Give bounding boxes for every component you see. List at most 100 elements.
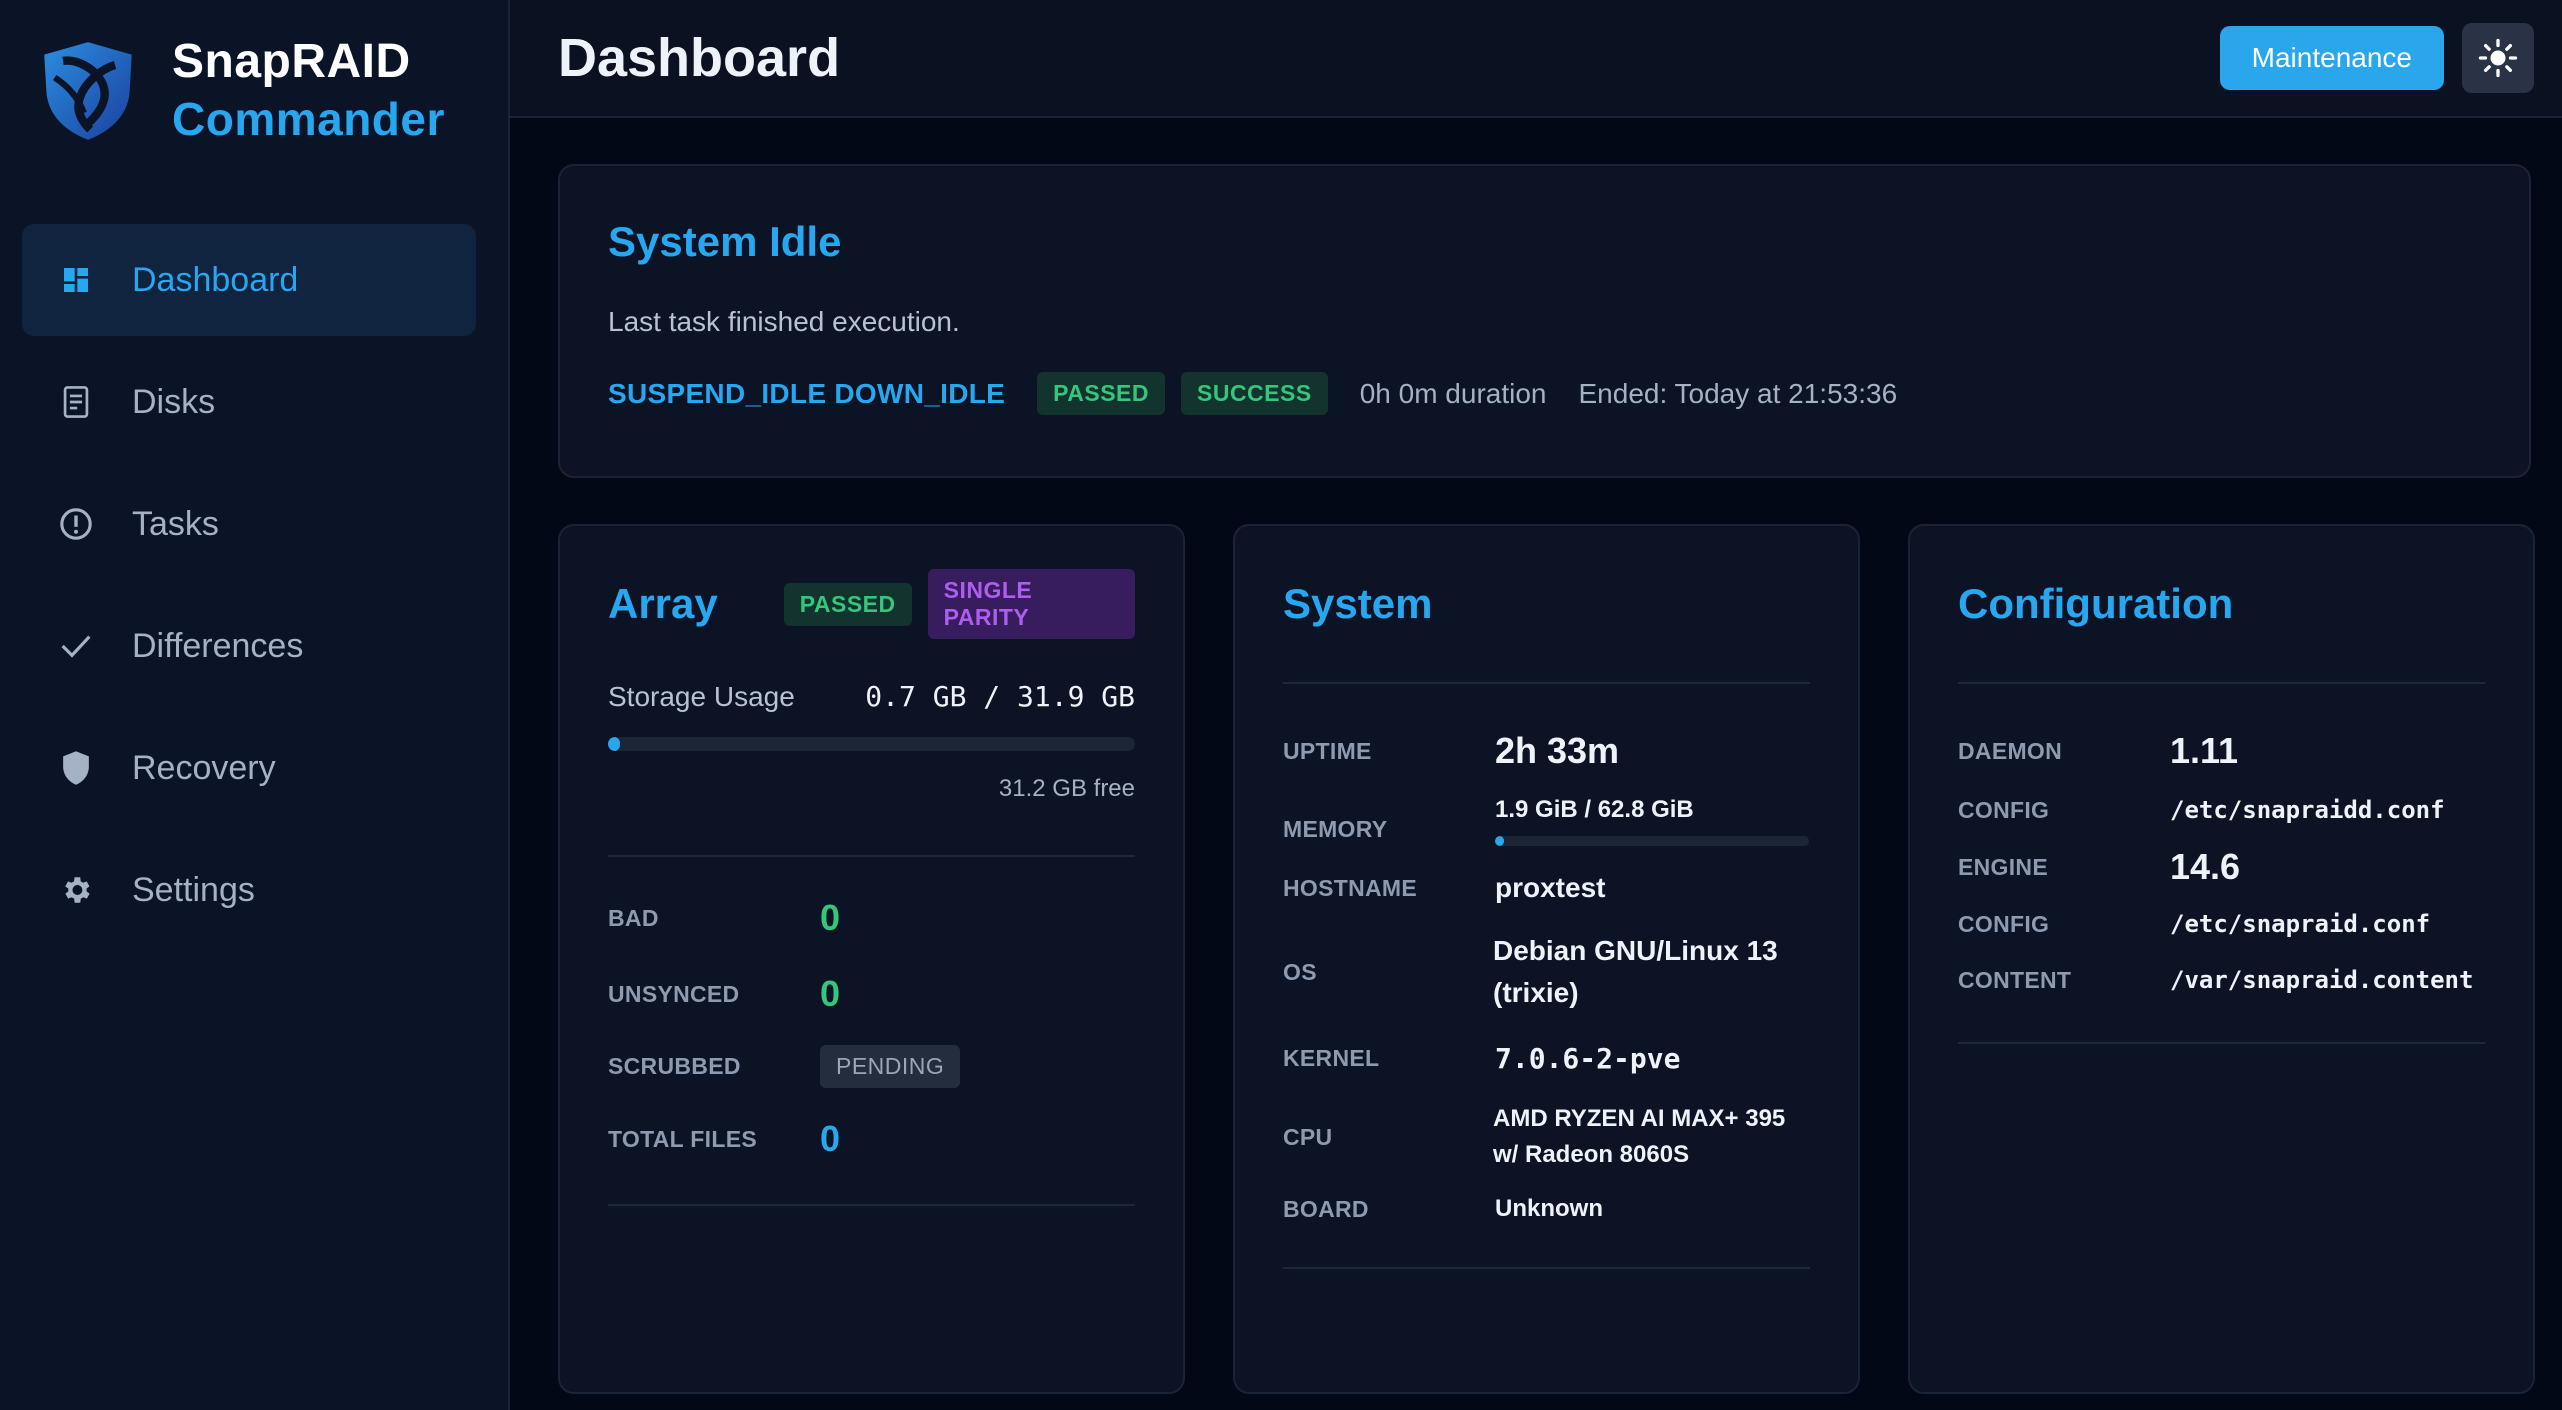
shield-icon — [56, 748, 96, 788]
sidebar-nav: Dashboard Disks Tasks Differences Recove… — [22, 224, 476, 956]
scrubbed-status-badge: PENDING — [820, 1045, 961, 1088]
task-duration: 0h 0m duration — [1359, 377, 1547, 409]
bad-value: 0 — [820, 897, 841, 938]
page-title: Dashboard — [558, 28, 841, 88]
memory-row: MEMORY 1.9 GiB / 62.8 GiB — [1283, 796, 1810, 846]
maintenance-button[interactable]: Maintenance — [2219, 26, 2444, 90]
success-badge: SUCCESS — [1181, 372, 1328, 415]
daemon-config-row: CONFIG /etc/snapraidd.conf — [1958, 796, 2485, 824]
disk-icon — [56, 382, 96, 422]
kernel-value: 7.0.6-2-pve — [1495, 1042, 1681, 1075]
sidebar-item-recovery[interactable]: Recovery — [22, 712, 476, 824]
theme-toggle-button[interactable] — [2462, 23, 2534, 93]
os-label: OS — [1283, 958, 1317, 985]
array-status-badge: PASSED — [783, 582, 912, 626]
cpu-label: CPU — [1283, 1123, 1333, 1150]
unsynced-value: 0 — [820, 973, 841, 1014]
sidebar-item-differences[interactable]: Differences — [22, 590, 476, 702]
daemon-label: DAEMON — [1958, 737, 2063, 764]
content-label: CONTENT — [1958, 966, 2072, 993]
divider — [1958, 682, 2485, 684]
gear-icon — [56, 870, 96, 910]
storage-usage-fill — [608, 737, 620, 751]
scrubbed-row: SCRUBBED PENDING — [608, 1045, 1135, 1088]
engine-config-path: /etc/snapraid.conf — [2170, 910, 2431, 938]
sun-icon — [2478, 38, 2518, 78]
sidebar-item-disks[interactable]: Disks — [22, 346, 476, 458]
divider — [1283, 1267, 1810, 1269]
board-label: BOARD — [1283, 1195, 1369, 1222]
status-card: System Idle Last task finished execution… — [558, 164, 2531, 478]
sidebar-item-label: Differences — [132, 626, 304, 665]
main-content: Dashboard Maintenance System Idle Last t… — [510, 0, 2562, 1410]
storage-usage-value: 0.7 GB / 31.9 GB — [865, 680, 1135, 713]
board-value: Unknown — [1495, 1195, 1603, 1222]
uptime-label: UPTIME — [1283, 737, 1372, 764]
last-task-row: SUSPEND_IDLE DOWN_IDLE PASSED SUCCESS 0h… — [608, 372, 2481, 415]
sidebar-item-label: Dashboard — [132, 260, 299, 299]
bad-label: BAD — [608, 904, 659, 931]
array-title: Array — [608, 580, 718, 627]
uptime-row: UPTIME 2h 33m — [1283, 730, 1810, 772]
last-task-name[interactable]: SUSPEND_IDLE DOWN_IDLE — [608, 378, 1005, 410]
system-card: System UPTIME 2h 33m MEMORY 1.9 GiB / 62… — [1233, 524, 1860, 1394]
storage-usage-label: Storage Usage — [608, 680, 795, 712]
passed-badge: PASSED — [1037, 372, 1165, 415]
task-ended: Ended: Today at 21:53:36 — [1578, 377, 1898, 409]
kernel-row: KERNEL 7.0.6-2-pve — [1283, 1042, 1810, 1075]
hostname-label: HOSTNAME — [1283, 874, 1418, 901]
hostname-value: proxtest — [1495, 872, 1606, 903]
daemon-version: 1.11 — [2170, 730, 2239, 771]
check-icon — [56, 626, 96, 666]
bad-row: BAD 0 — [608, 897, 1135, 939]
sidebar-item-label: Tasks — [132, 504, 219, 543]
config-label: CONFIG — [1958, 796, 2050, 823]
total-files-label: TOTAL FILES — [608, 1125, 757, 1152]
storage-usage-row: Storage Usage 0.7 GB / 31.9 GB — [608, 680, 1135, 713]
sidebar-item-dashboard[interactable]: Dashboard — [22, 224, 476, 336]
storage-usage-bar — [608, 737, 1135, 751]
kernel-label: KERNEL — [1283, 1045, 1380, 1071]
sidebar-item-settings[interactable]: Settings — [22, 834, 476, 946]
scrubbed-label: SCRUBBED — [608, 1053, 741, 1079]
sidebar-item-label: Settings — [132, 870, 255, 909]
unsynced-row: UNSYNCED 0 — [608, 973, 1135, 1015]
sidebar-item-label: Disks — [132, 382, 216, 421]
total-files-row: TOTAL FILES 0 — [608, 1118, 1135, 1160]
memory-usage-bar — [1495, 836, 1809, 846]
alert-circle-icon — [56, 504, 96, 544]
memory-label: MEMORY — [1283, 816, 1388, 842]
brand-subtitle: Commander — [172, 93, 445, 145]
total-files-value: 0 — [820, 1118, 841, 1159]
status-message: Last task finished execution. — [608, 306, 960, 337]
engine-config-row: CONFIG /etc/snapraid.conf — [1958, 910, 2485, 938]
memory-usage-fill — [1495, 836, 1505, 846]
configuration-title: Configuration — [1958, 580, 2234, 627]
divider — [608, 1204, 1135, 1206]
configuration-card: Configuration DAEMON 1.11 CONFIG /etc/sn… — [1908, 524, 2535, 1394]
storage-free: 31.2 GB free — [998, 775, 1135, 802]
engine-label: ENGINE — [1958, 853, 2048, 880]
hostname-row: HOSTNAME proxtest — [1283, 872, 1810, 904]
daemon-row: DAEMON 1.11 — [1958, 730, 2485, 772]
os-row: OS Debian GNU/Linux 13 (trixie) — [1283, 930, 1810, 1014]
content-path: /var/snapraid.content — [2170, 966, 2474, 994]
dashboard-icon — [56, 260, 96, 300]
uptime-value: 2h 33m — [1495, 730, 1620, 771]
sidebar-item-label: Recovery — [132, 748, 276, 787]
sidebar: SnapRAID Commander Dashboard Disks Tasks… — [0, 0, 510, 1410]
brand-name: SnapRAID — [172, 35, 411, 88]
config-label: CONFIG — [1958, 910, 2050, 937]
array-card: Array PASSED SINGLE PARITY Storage Usage… — [558, 524, 1185, 1394]
cpu-row: CPU AMD RYZEN AI MAX+ 395 w/ Radeon 8060… — [1283, 1101, 1810, 1173]
top-bar: Dashboard Maintenance — [510, 0, 2562, 118]
daemon-config-path: /etc/snapraidd.conf — [2170, 796, 2445, 824]
brand[interactable]: SnapRAID Commander — [36, 38, 445, 142]
os-value: Debian GNU/Linux 13 (trixie) — [1493, 935, 1778, 1008]
divider — [1958, 1042, 2485, 1044]
board-row: BOARD Unknown — [1283, 1195, 1810, 1223]
divider — [1283, 682, 1810, 684]
status-title: System Idle — [608, 218, 842, 265]
sidebar-item-tasks[interactable]: Tasks — [22, 468, 476, 580]
parity-badge: SINGLE PARITY — [927, 569, 1135, 639]
